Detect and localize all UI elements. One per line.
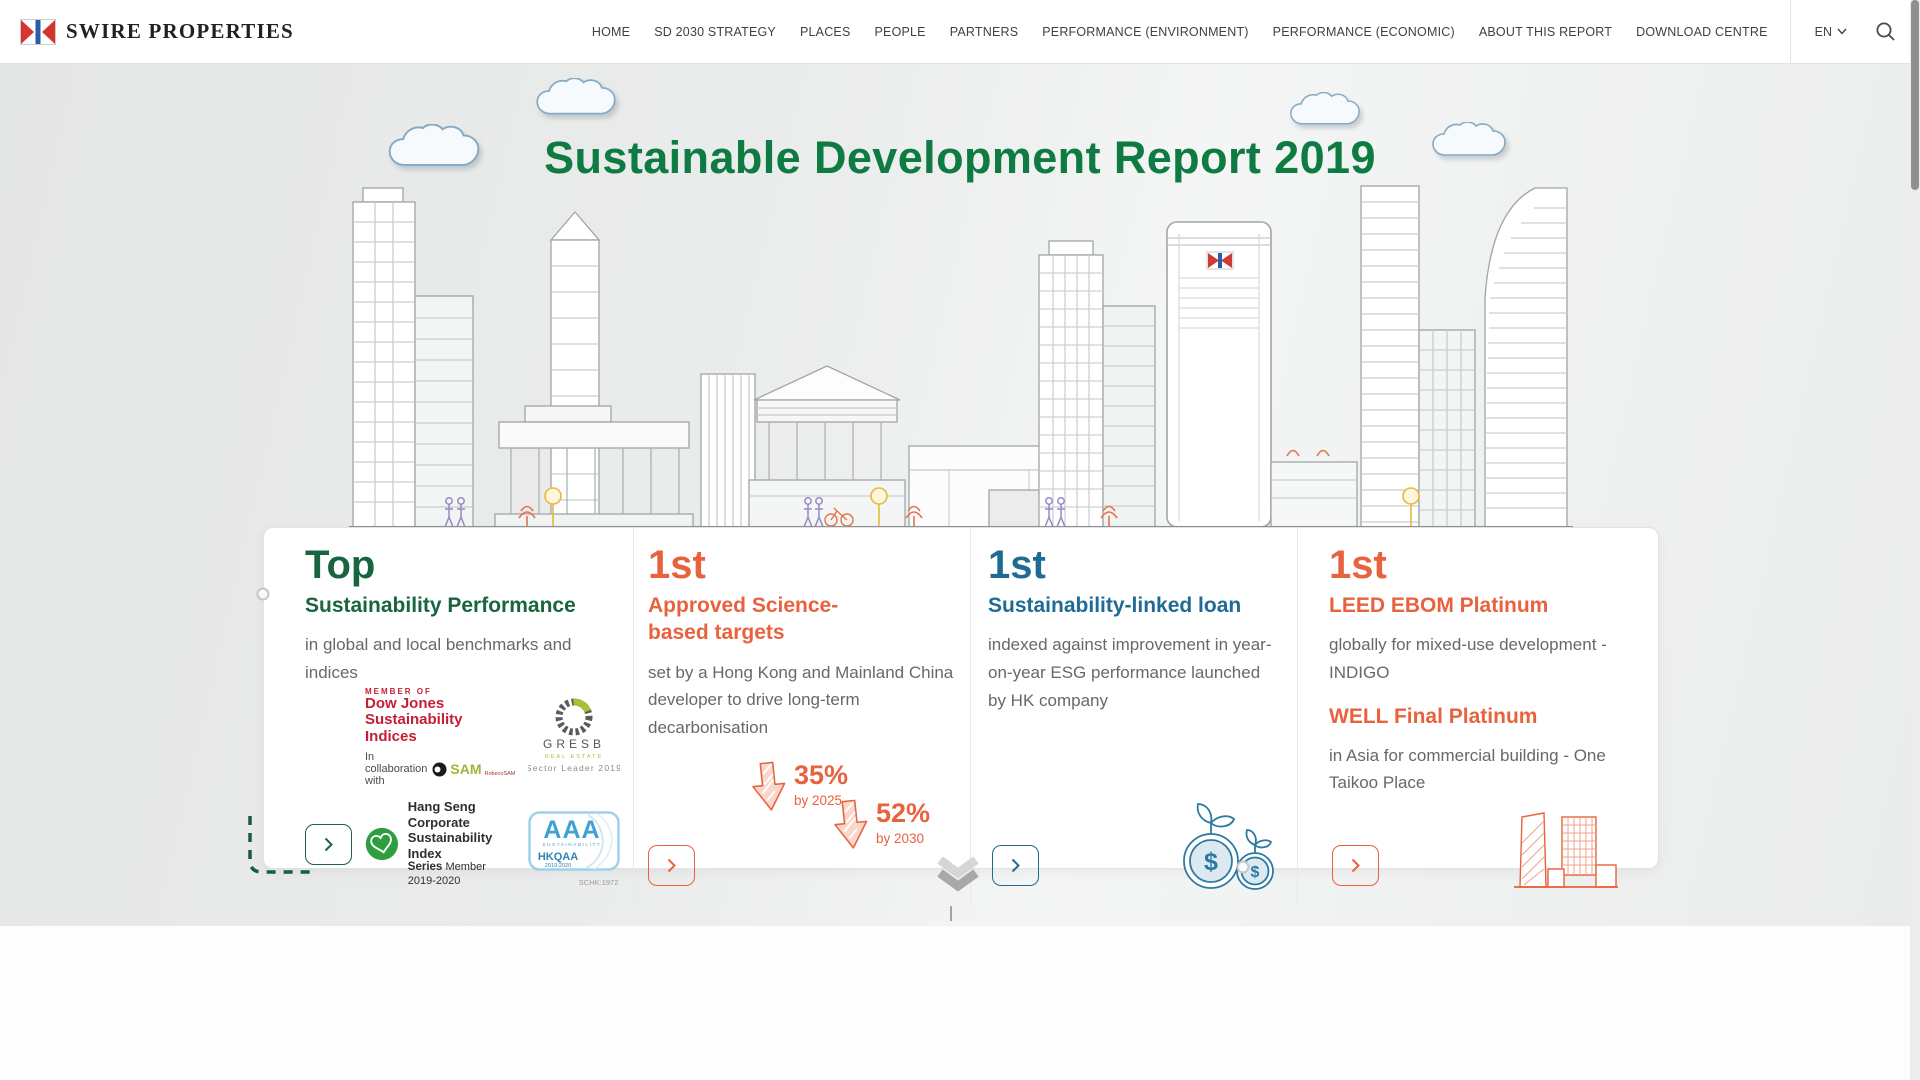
card-headline: 1st (648, 544, 960, 587)
robecosam-logo: SAM RobecoSAM (432, 761, 515, 777)
nav-item-download-centre[interactable]: DOWNLOAD CENTRE (1636, 25, 1767, 39)
dashed-timeline-path (242, 816, 314, 882)
scrollbar[interactable] (1910, 0, 1920, 1080)
sam-wordmark: SAM (450, 761, 481, 777)
robecosam-circle-icon (432, 762, 447, 777)
down-arrow-icon (829, 798, 871, 852)
stat-label: by 2030 (876, 831, 930, 846)
gresb-tag: Sector Leader 2019 (528, 763, 620, 773)
card4-more-button[interactable] (1332, 845, 1379, 886)
cloud-icon (534, 78, 618, 117)
top-navigation-bar: SWIRE PROPERTIES HOME SD 2030 STRATEGY P… (0, 0, 1920, 64)
aaa-sub: SUSTAINABILITY (543, 842, 602, 847)
highlight-card-sustainability-linked-loan: 1st Sustainability-linked loan indexed a… (970, 528, 1297, 903)
card-subheadline: LEED EBOM Platinum (1329, 592, 1648, 619)
card-body: indexed against improvement in year-on-y… (988, 631, 1287, 714)
hero-section: Sustainable Development Report 2019 (0, 64, 1920, 926)
svg-text:$: $ (1204, 848, 1218, 876)
page: SWIRE PROPERTIES HOME SD 2030 STRATEGY P… (0, 0, 1920, 1080)
nav-item-about-this-report[interactable]: ABOUT THIS REPORT (1479, 25, 1612, 39)
card-headline: 1st (1329, 544, 1648, 587)
card-body: in global and local benchmarks and indic… (305, 631, 623, 686)
city-skyline-illustration (349, 178, 1573, 528)
nav-item-performance-environment[interactable]: PERFORMANCE (ENVIRONMENT) (1042, 25, 1248, 39)
growing-coins-icon: $ $ (1169, 797, 1281, 895)
timeline-dot (257, 588, 270, 601)
card-body: set by a Hong Kong and Mainland China de… (648, 659, 960, 742)
gresb-sub: REAL ESTATE (545, 754, 603, 760)
highlight-card-sustainability-performance: Top Sustainability Performance in global… (264, 528, 633, 903)
card-headline: 1st (988, 544, 1287, 587)
gresb-name: GRESB (543, 737, 605, 751)
card-subheadline: Sustainability-linked loan (988, 592, 1287, 619)
brand-logo[interactable]: SWIRE PROPERTIES (0, 19, 294, 45)
nav-item-home[interactable]: HOME (592, 25, 630, 39)
aaa-org: HKQAA (538, 851, 578, 863)
nav-item-people[interactable]: PEOPLE (875, 25, 926, 39)
card-body-2: in Asia for commercial building - One Ta… (1329, 742, 1648, 797)
chevron-down-icon (1837, 28, 1847, 35)
nav-item-performance-economic[interactable]: PERFORMANCE (ECONOMIC) (1273, 25, 1455, 39)
aaa-big: AAA (544, 816, 601, 844)
search-icon (1875, 21, 1896, 42)
nav-divider (1790, 0, 1791, 64)
card-subheadline: Sustainability Performance (305, 592, 623, 619)
stat-value: 52% (876, 800, 930, 827)
card-body: globally for mixed-use development - IND… (1329, 631, 1648, 686)
award-logos: MEMBER OF Dow Jones Sustainability Indic… (305, 687, 623, 889)
card-subheadline-2: WELL Final Platinum (1329, 703, 1648, 730)
chevron-right-icon (1011, 858, 1020, 873)
chevron-right-icon (1351, 858, 1360, 873)
hangseng-series: Series (408, 861, 443, 873)
card3-more-button[interactable] (992, 845, 1039, 886)
aaa-cert-number: SCHK:1972 (579, 878, 619, 887)
dow-jones-sustainability-indices-logo: MEMBER OF Dow Jones Sustainability Indic… (365, 687, 515, 788)
brand-name: SWIRE PROPERTIES (66, 19, 294, 44)
aaa-years: 2019-2020 (545, 863, 571, 869)
hang-seng-sustainability-index-logo: Hang Seng Corporate Sustainability Index… (365, 799, 515, 889)
nav-item-partners[interactable]: PARTNERS (950, 25, 1019, 39)
page-title: Sustainable Development Report 2019 (0, 132, 1920, 184)
djsi-line1: Dow Jones (365, 696, 515, 713)
djsi-line2: Sustainability Indices (365, 712, 515, 745)
hkqaa-aaa-logo: AAA SUSTAINABILITY HKQAA 2019-2020 SCHK:… (528, 811, 620, 878)
chevron-right-icon (667, 858, 676, 873)
timeline-tick (950, 906, 952, 921)
hangseng-line2: Sustainability Index (408, 830, 516, 861)
hkqaa-aaa-badge-icon: AAA SUSTAINABILITY HKQAA 2019-2020 (528, 811, 620, 873)
gresb-sector-leader-logo: GRESB REAL ESTATE Sector Leader 2019 (528, 697, 620, 777)
card-headline: Top (305, 544, 623, 587)
swire-flag-icon (20, 19, 56, 45)
highlight-card-science-based-targets: 1st Approved Science-based targets set b… (633, 528, 970, 903)
main-nav: HOME SD 2030 STRATEGY PLACES PEOPLE PART… (580, 0, 1920, 64)
highlights-panel: Top Sustainability Performance in global… (263, 527, 1659, 869)
down-arrow-icon (747, 760, 789, 814)
nav-item-places[interactable]: PLACES (800, 25, 851, 39)
towers-icon (1510, 807, 1622, 893)
svg-text:$: $ (1251, 864, 1260, 881)
hangseng-line1: Hang Seng Corporate (408, 799, 516, 830)
highlight-card-leed-well-platinum: 1st LEED EBOM Platinum globally for mixe… (1297, 528, 1658, 903)
djsi-collab-text: In collaboration with (365, 751, 427, 787)
reduction-stat-2030: 52% by 2030 (832, 800, 930, 850)
scrollbar-thumb[interactable] (1911, 0, 1919, 190)
hang-seng-heart-icon (365, 823, 399, 865)
chevron-right-icon (324, 837, 333, 852)
card-subheadline: Approved Science-based targets (648, 592, 960, 647)
language-label: EN (1815, 25, 1832, 39)
scroll-down-indicator[interactable] (935, 856, 981, 892)
stat-value: 35% (794, 762, 848, 789)
language-selector[interactable]: EN (1797, 25, 1865, 39)
cloud-icon (1288, 92, 1362, 127)
robecosam-wordmark: RobecoSAM (485, 771, 516, 777)
timeline-dot (1237, 861, 1250, 874)
card2-more-button[interactable] (648, 845, 695, 886)
nav-item-sd-2030-strategy[interactable]: SD 2030 STRATEGY (654, 25, 776, 39)
